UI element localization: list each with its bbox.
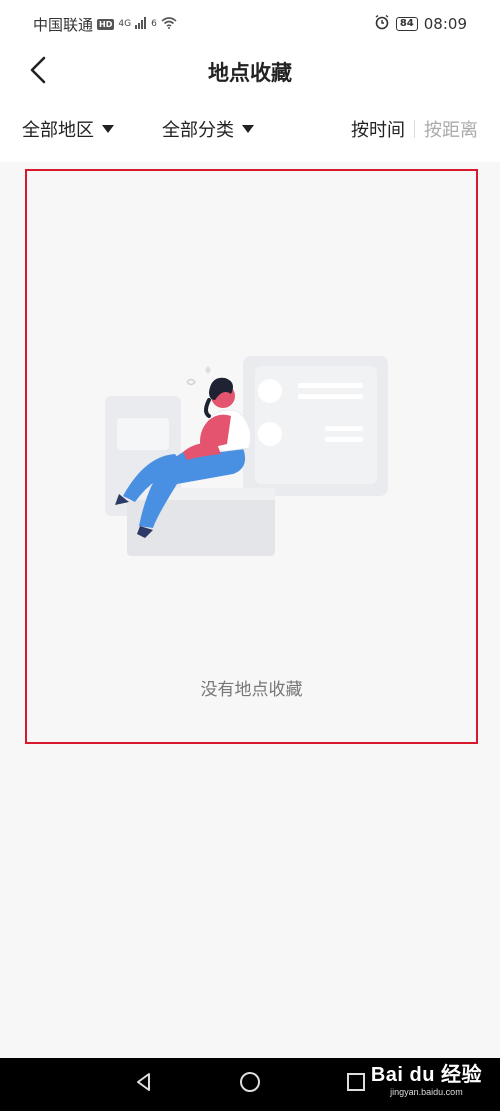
chevron-left-icon — [29, 56, 47, 88]
system-nav-bar: Bai du 经验 jingyan.baidu.com — [0, 1058, 500, 1111]
baidu-jingyan-watermark: Bai du 经验 jingyan.baidu.com — [371, 1064, 482, 1098]
circle-home-icon — [239, 1071, 261, 1097]
back-button[interactable] — [22, 56, 54, 88]
watermark-url: jingyan.baidu.com — [390, 1087, 463, 1097]
network-type: 4G — [118, 19, 132, 29]
nav-back-button[interactable] — [132, 1072, 156, 1096]
caret-down-icon — [242, 125, 254, 133]
filter-bar: 全部地区 全部分类 按时间 按距离 — [0, 96, 500, 162]
alarm-icon — [374, 14, 390, 34]
category-filter-label: 全部分类 — [162, 120, 234, 141]
status-right: 84 08:09 — [374, 14, 467, 34]
watermark-brand: Bai du 经验 — [370, 1064, 482, 1086]
sort-by-time-button[interactable]: 按时间 — [351, 116, 405, 142]
status-bar: 中国联通 HD 4G 6 84 08:09 — [0, 0, 500, 48]
triangle-back-icon — [134, 1072, 154, 1096]
category-filter-dropdown[interactable]: 全部分类 — [162, 116, 254, 142]
app-header: 地点收藏 — [0, 48, 500, 96]
nav-home-button[interactable] — [238, 1072, 262, 1096]
clock-time: 08:09 — [423, 15, 467, 33]
empty-state-message: 没有地点收藏 — [200, 680, 303, 700]
status-left: 中国联通 HD 4G 6 — [33, 14, 177, 35]
region-filter-label: 全部地区 — [22, 120, 94, 141]
caret-down-icon — [102, 125, 114, 133]
square-recent-icon — [346, 1072, 366, 1096]
sort-divider — [414, 120, 415, 138]
battery-icon: 84 — [395, 17, 418, 31]
carrier-name: 中国联通 — [33, 15, 94, 34]
page-title: 地点收藏 — [208, 61, 292, 85]
signal-extra: 6 — [151, 19, 157, 29]
person-sitting-illustration — [105, 356, 395, 566]
wifi-icon — [161, 15, 177, 33]
signal-icon — [135, 15, 147, 33]
region-filter-dropdown[interactable]: 全部地区 — [22, 116, 114, 142]
hd-badge: HD — [97, 18, 115, 30]
empty-state-highlight: 没有地点收藏 — [25, 169, 478, 744]
sort-by-distance-button[interactable]: 按距离 — [424, 116, 478, 142]
app-screen: 中国联通 HD 4G 6 84 08:09 地点收藏 全部地区 全部分类 按时间… — [0, 0, 500, 1111]
sort-options: 按时间 按距离 — [351, 116, 478, 142]
nav-recent-button[interactable] — [344, 1072, 368, 1096]
